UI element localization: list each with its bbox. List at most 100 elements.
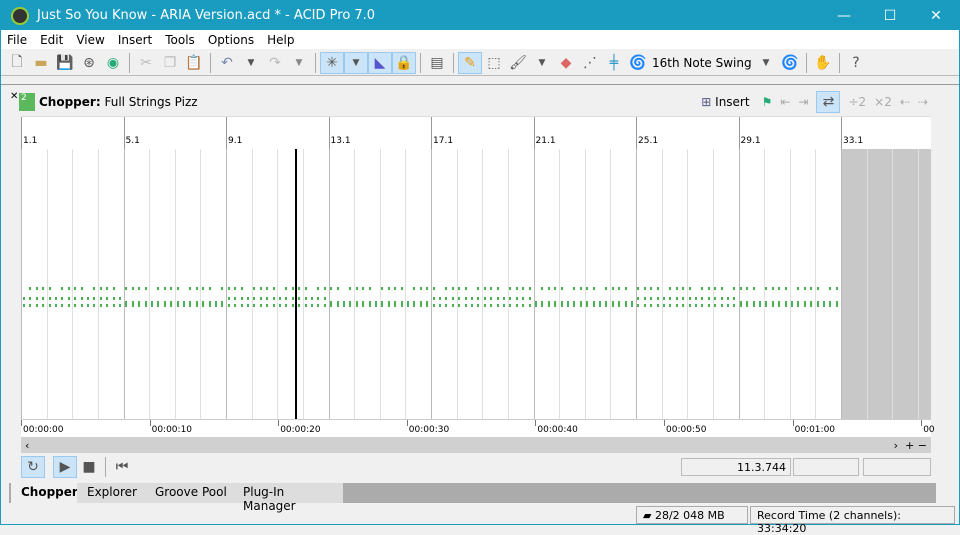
time-tick: [921, 420, 923, 426]
chopper-timeline[interactable]: [21, 149, 931, 419]
note-mark: [643, 304, 646, 307]
note-mark: [816, 304, 819, 307]
note-mark: [733, 304, 736, 307]
envelope-tool-icon[interactable]: ⋰: [578, 52, 602, 74]
note-mark: [99, 297, 102, 300]
note-mark: [253, 297, 256, 300]
beat-line: [302, 149, 304, 419]
note-mark: [656, 304, 659, 307]
note-mark: [298, 287, 301, 290]
groove-select[interactable]: 16th Note Swing: [650, 56, 754, 70]
note-mark: [515, 287, 518, 290]
horizontal-scrollbar[interactable]: ‹ › + −: [21, 437, 931, 453]
minimize-button[interactable]: —: [821, 1, 867, 30]
tab-explorer[interactable]: Explorer: [77, 483, 147, 503]
groove-tool-icon[interactable]: 🌀: [626, 52, 650, 74]
note-mark: [471, 304, 473, 307]
link-arrow-icon[interactable]: ⇄: [816, 91, 841, 113]
note-mark: [202, 287, 205, 290]
stop-icon[interactable]: ■: [77, 456, 101, 478]
note-mark: [131, 304, 134, 307]
go-to-start-icon[interactable]: ⏮: [110, 456, 134, 478]
selection-tool-icon[interactable]: ⬚: [482, 52, 506, 74]
groove-clone-icon[interactable]: 🌀: [778, 52, 802, 74]
note-mark: [266, 304, 269, 307]
insert-icon[interactable]: ⊞: [701, 95, 711, 109]
new-icon[interactable]: 🗋: [5, 52, 29, 74]
beat-line: [354, 149, 356, 419]
tab-plug-in-manager[interactable]: Plug-In Manager: [233, 483, 343, 513]
undo-dropdown-icon[interactable]: ▼: [239, 52, 263, 74]
menu-edit[interactable]: Edit: [34, 33, 70, 47]
erase-tool-icon[interactable]: ◆: [554, 52, 578, 74]
shift-left-icon[interactable]: ⇠: [900, 95, 910, 109]
main-toolbar: 🗋 ▬ 💾 ⊛ ◉ ✂ ❐ 📋 ↶ ▼ ↷ ▼ ✳ ▼ ◣ 🔒 ▤ ✎ ⬚ 🖌 …: [1, 50, 959, 76]
close-panel-icon[interactable]: ✕: [10, 91, 18, 102]
redo-dropdown-icon[interactable]: ▼: [287, 52, 311, 74]
save-icon[interactable]: 💾: [53, 52, 77, 74]
play-icon[interactable]: ▶: [53, 456, 77, 478]
explore-icon[interactable]: ◉: [101, 52, 125, 74]
menu-tools[interactable]: Tools: [159, 33, 202, 47]
link-right-icon[interactable]: ⇥: [798, 95, 808, 109]
note-mark: [432, 297, 435, 300]
note-mark: [605, 287, 608, 290]
help-icon[interactable]: ?: [844, 52, 868, 74]
maximize-button[interactable]: ☐: [867, 1, 913, 30]
scroll-left-icon[interactable]: ‹: [25, 439, 29, 452]
copy-icon[interactable]: ❐: [158, 52, 182, 74]
time-ruler[interactable]: 00:00:00 00:00:10 00:00:20 00:00:30 00:00:40…: [21, 419, 935, 437]
tab-groove-pool[interactable]: Groove Pool: [145, 483, 237, 503]
shift-right-icon[interactable]: ⇢: [918, 95, 928, 109]
position-display: 11.3.744: [681, 458, 791, 476]
note-mark: [99, 287, 102, 290]
menu-file[interactable]: File: [1, 33, 34, 47]
lock-envelopes-icon[interactable]: 🔒: [392, 51, 416, 74]
scroll-right-icon[interactable]: › + −: [894, 439, 927, 452]
undo-icon[interactable]: ↶: [215, 52, 239, 74]
snap-icon[interactable]: ✳: [320, 51, 344, 74]
close-button[interactable]: ✕: [913, 1, 959, 30]
menu-insert[interactable]: Insert: [112, 33, 159, 47]
note-mark: [829, 287, 832, 290]
double-icon[interactable]: ×2: [874, 95, 892, 109]
insert-marker-icon[interactable]: ⚑: [762, 95, 773, 109]
paint-dropdown-icon[interactable]: ▼: [530, 52, 554, 74]
time-tick: [792, 420, 794, 426]
note-mark: [714, 287, 717, 290]
halve-icon[interactable]: ÷2: [848, 95, 866, 109]
note-mark: [490, 297, 493, 300]
beat-ruler[interactable]: 1.1 5.1 9.1 13.1 17.1 21.1 25.1 29.1 33.1: [21, 116, 931, 150]
hand-icon[interactable]: ✋: [811, 52, 835, 74]
redo-icon[interactable]: ↷: [263, 52, 287, 74]
time-selection-icon[interactable]: ╪: [602, 52, 626, 74]
note-mark: [439, 297, 441, 300]
loop-icon[interactable]: ↻: [21, 456, 45, 478]
note-mark: [810, 304, 813, 307]
open-icon[interactable]: ▬: [29, 52, 53, 74]
snap-dropdown-icon[interactable]: ▼: [344, 51, 368, 74]
beat-line: [507, 149, 509, 419]
note-mark: [291, 304, 294, 307]
note-mark: [419, 287, 422, 290]
paint-tool-icon[interactable]: 🖌: [506, 52, 530, 74]
media-manager-icon[interactable]: ▤: [425, 52, 449, 74]
auto-crossfade-icon[interactable]: ◣: [368, 51, 392, 74]
note-mark: [234, 297, 237, 300]
menu-help[interactable]: Help: [261, 33, 301, 47]
paste-icon[interactable]: 📋: [182, 52, 206, 74]
cut-icon[interactable]: ✂: [134, 52, 158, 74]
groove-dropdown-icon[interactable]: ▼: [754, 52, 778, 74]
render-icon[interactable]: ⊛: [77, 52, 101, 74]
note-mark: [541, 287, 544, 290]
menu-view[interactable]: View: [70, 33, 111, 47]
note-mark: [170, 287, 173, 290]
note-mark: [387, 304, 390, 307]
insert-button[interactable]: Insert: [715, 95, 749, 109]
note-mark: [439, 304, 441, 307]
draw-tool-icon[interactable]: ✎: [458, 51, 482, 74]
time-label: 00:00:50: [666, 425, 707, 435]
time-label: 00:00:30: [408, 425, 450, 435]
menu-options[interactable]: Options: [202, 33, 261, 47]
link-left-icon[interactable]: ⇤: [780, 95, 790, 109]
